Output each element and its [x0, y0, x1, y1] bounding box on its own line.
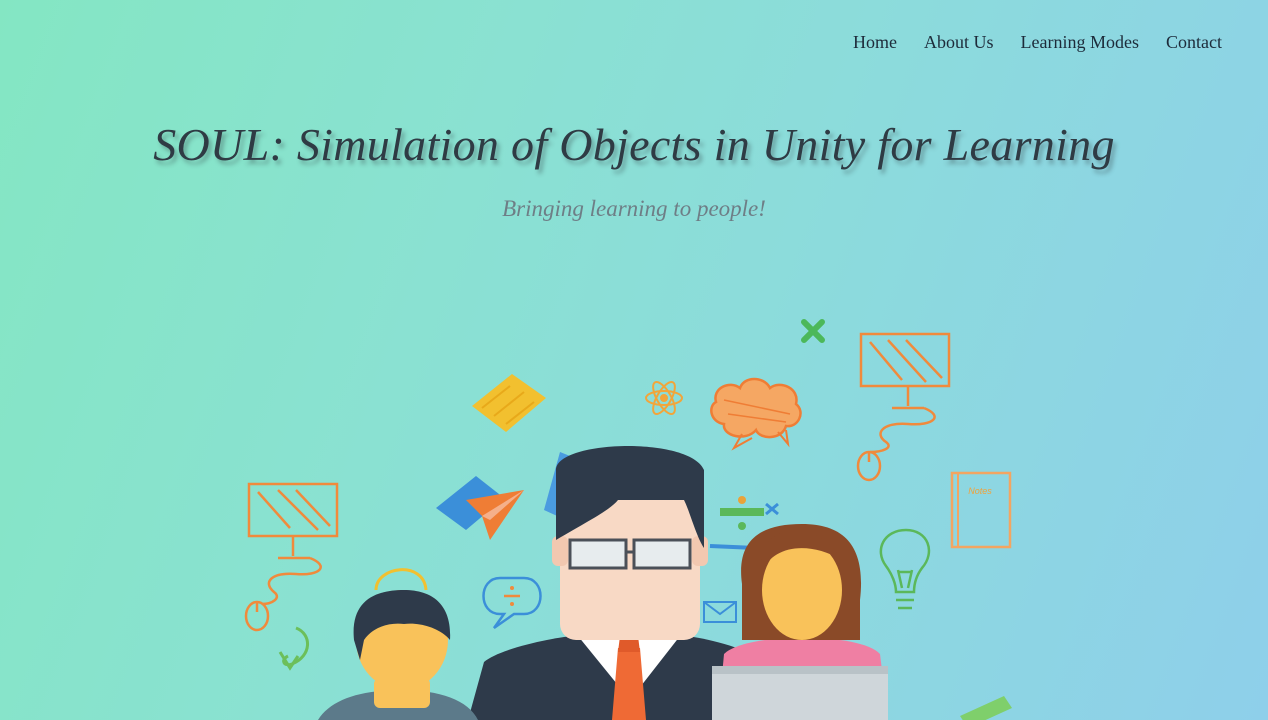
- speech-bubble-icon: [482, 576, 542, 630]
- lightbulb-icon: [879, 528, 931, 610]
- main-nav: Home About Us Learning Modes Contact: [853, 32, 1222, 53]
- nav-learning-modes-link[interactable]: Learning Modes: [1021, 32, 1139, 53]
- nav-home-link[interactable]: Home: [853, 32, 897, 53]
- notebook-label: Notes: [968, 486, 992, 496]
- headphones-icon: [374, 568, 428, 591]
- page-subtitle: Bringing learning to people!: [502, 196, 766, 221]
- student-girl-avatar: [712, 524, 888, 720]
- monitor-icon: [247, 482, 339, 606]
- envelope-icon: [703, 601, 737, 623]
- mouse-icon: [856, 450, 882, 482]
- refresh-arrow-icon: [278, 626, 309, 671]
- cloud-icon: [710, 377, 802, 451]
- ruler-icon: [960, 696, 1012, 720]
- multiply-icon: [801, 319, 825, 343]
- atom-icon: [645, 381, 683, 415]
- nav-contact-link[interactable]: Contact: [1166, 32, 1222, 53]
- hero-illustration: Notes: [244, 319, 1012, 720]
- nav-about-us-link[interactable]: About Us: [924, 32, 994, 53]
- notebook-icon: Notes: [950, 471, 1012, 549]
- page-title: SOUL: Simulation of Objects in Unity for…: [153, 119, 1115, 170]
- monitor-icon: [859, 332, 951, 454]
- mouse-icon: [244, 600, 270, 632]
- book-icon: [472, 374, 546, 432]
- student-boy-avatar: [318, 590, 478, 720]
